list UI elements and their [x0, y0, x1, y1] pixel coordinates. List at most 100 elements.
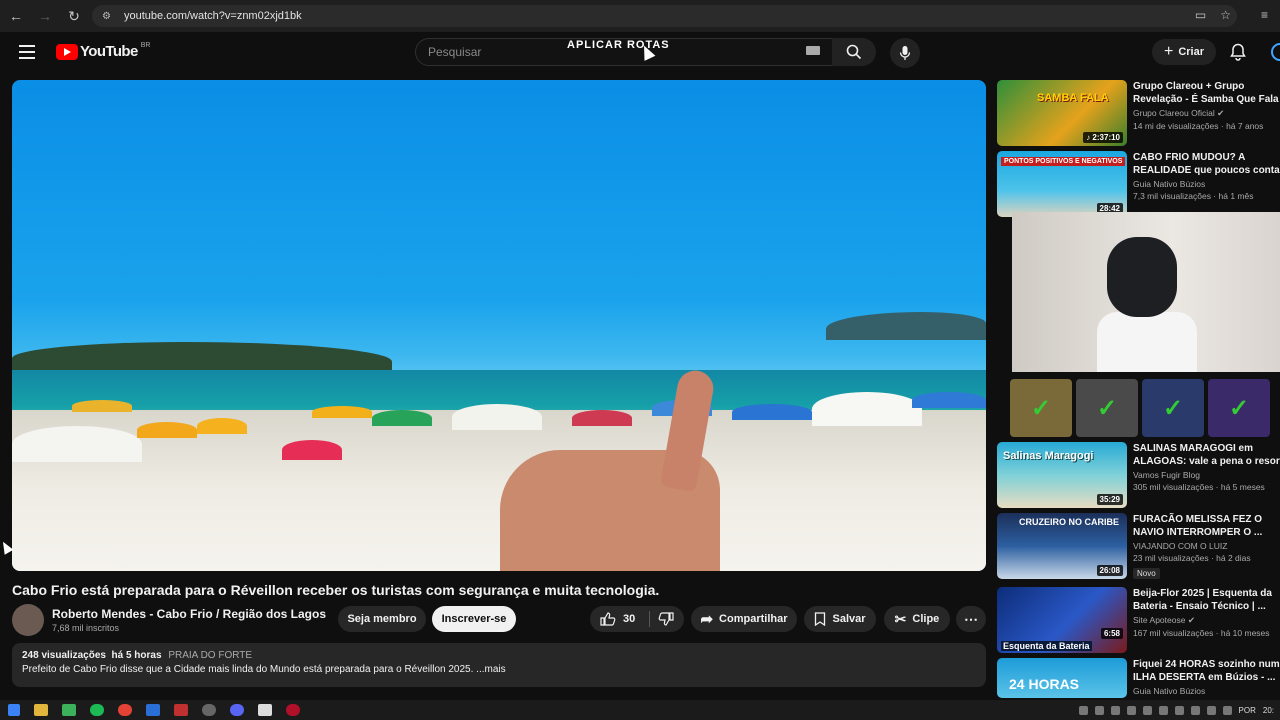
tray-icon[interactable]	[1126, 705, 1136, 715]
volume-icon[interactable]	[1222, 705, 1232, 715]
account-avatar[interactable]	[1271, 43, 1280, 61]
tray-icon[interactable]	[1158, 705, 1168, 715]
thumbs-down-icon[interactable]	[658, 612, 674, 626]
thumbnail-text: SAMBA FALA	[1037, 92, 1109, 104]
tray-icon[interactable]	[1190, 705, 1200, 715]
description-box[interactable]: 248 visualizações há 5 horas PRAIA DO FO…	[12, 643, 986, 687]
scene-crowd	[12, 370, 986, 462]
join-button[interactable]: Seja membro	[338, 606, 426, 632]
create-button[interactable]: + Criar	[1152, 39, 1216, 65]
duration-badge: ♪ 2:37:10	[1083, 132, 1123, 143]
check-gem-icon: ✓	[1010, 379, 1072, 437]
app-icon[interactable]	[202, 704, 216, 716]
notifications-bell-icon[interactable]	[1230, 43, 1246, 61]
rec-channel[interactable]: Site Apoteose ✔	[1133, 615, 1280, 626]
reload-icon[interactable]: ↻	[61, 3, 87, 29]
back-icon[interactable]: ←	[3, 3, 29, 29]
share-label: Compartilhar	[719, 613, 788, 625]
tray-icon[interactable]	[1174, 705, 1184, 715]
video-thumbnail[interactable]: 24 HORAS	[997, 658, 1127, 698]
cast-icon[interactable]: ▭	[1195, 8, 1206, 22]
description-meta: 248 visualizações há 5 horas PRAIA DO FO…	[22, 650, 976, 661]
check-gem-icon: ✓	[1208, 379, 1270, 437]
search-button[interactable]	[832, 38, 876, 66]
discord-icon[interactable]	[230, 704, 244, 716]
app-icon[interactable]	[258, 704, 272, 716]
video-thumbnail[interactable]: SAMBA FALA ♪ 2:37:10	[997, 80, 1127, 146]
spotify-icon[interactable]	[90, 704, 104, 716]
app-icon[interactable]	[146, 704, 160, 716]
scissors-icon: ✂	[894, 610, 907, 627]
clip-label: Clipe	[912, 613, 940, 625]
video-thumbnail[interactable]: PONTOS POSITIVOS E NEGATIVOS 28:42	[997, 151, 1127, 217]
clip-button[interactable]: ✂ Clipe	[884, 606, 950, 632]
recommendation-item[interactable]: 24 HORAS Fiquei 24 HORAS sozinho numa IL…	[997, 658, 1280, 698]
tray-icon[interactable]	[1142, 705, 1152, 715]
rec-channel[interactable]: Guia Nativo Búzios	[1133, 686, 1280, 696]
channel-avatar[interactable]	[12, 604, 44, 636]
tray-icon[interactable]	[1206, 705, 1216, 715]
logo-text: YouTube	[80, 43, 138, 60]
mic-icon	[899, 46, 911, 60]
video-player[interactable]	[12, 80, 986, 571]
rec-title-line1: Fiquei 24 HORAS sozinho numa	[1133, 659, 1280, 670]
language-indicator[interactable]: POR	[1239, 706, 1256, 715]
rec-channel[interactable]: Grupo Clareou Oficial ✔	[1133, 108, 1280, 119]
reading-list-icon[interactable]: ≡	[1261, 8, 1268, 22]
recommendation-item[interactable]: Esquenta da Bateria 6:58 Beija-Flor 2025…	[997, 587, 1280, 653]
video-thumbnail[interactable]: Esquenta da Bateria 6:58	[997, 587, 1127, 653]
start-icon[interactable]	[8, 704, 20, 716]
rec-title-line1: Grupo Clareou + Grupo	[1133, 81, 1245, 92]
url-text: youtube.com/watch?v=znm02xjd1bk	[124, 10, 302, 22]
os-taskbar: POR 20:	[0, 700, 1280, 720]
search-icon	[846, 44, 862, 60]
voice-search-button[interactable]	[890, 38, 920, 68]
more-actions-icon[interactable]: ⋯	[956, 606, 986, 632]
rec-channel[interactable]: Vamos Fugir Blog	[1133, 470, 1280, 480]
forward-icon[interactable]: →	[32, 3, 58, 29]
recommendation-item[interactable]: CRUZEIRO NO CARIBE 26:08 FURACÃO MELISSA…	[997, 513, 1280, 585]
like-dislike-group: 30	[590, 606, 684, 632]
app-icon[interactable]	[286, 704, 300, 716]
rec-title-line2: Revelação - É Samba Que Fala	[1133, 94, 1279, 105]
address-bar[interactable]: ⚙ youtube.com/watch?v=znm02xjd1bk ▭ ☆	[92, 5, 1237, 27]
chrome-icon[interactable]	[118, 704, 132, 716]
overlay-caption: APLICAR ROTAS	[567, 39, 670, 51]
recommendation-item[interactable]: Salinas Maragogi 35:29 SALINAS MARAGOGI …	[997, 442, 1280, 508]
rec-channel[interactable]: VIAJANDO COM O LUIZ	[1133, 541, 1280, 551]
rec-meta: 7,3 mil visualizações · há 1 mês	[1133, 191, 1254, 201]
app-icon[interactable]	[62, 704, 76, 716]
upload-age: há 5 horas	[111, 650, 162, 661]
rec-title-line2: ILHA DESERTA em Búzios - ...	[1133, 672, 1276, 683]
bookmark-icon	[815, 612, 826, 626]
recommendation-item[interactable]: PONTOS POSITIVOS E NEGATIVOS 28:42 CABO …	[997, 151, 1280, 217]
recommendation-item[interactable]: SAMBA FALA ♪ 2:37:10 Grupo Clareou + Gru…	[997, 80, 1280, 146]
rec-meta: 23 mil visualizações · há 2 dias	[1133, 553, 1251, 563]
create-label: Criar	[1178, 46, 1205, 58]
video-thumbnail[interactable]: Salinas Maragogi 35:29	[997, 442, 1127, 508]
subscribe-button[interactable]: Inscrever-se	[432, 606, 516, 632]
location-tag[interactable]: PRAIA DO FORTE	[168, 650, 252, 661]
keyboard-icon[interactable]	[806, 46, 820, 55]
menu-icon[interactable]	[19, 45, 35, 59]
tray-icon[interactable]	[1094, 705, 1104, 715]
check-gem-icon: ✓	[1142, 379, 1204, 437]
youtube-logo[interactable]: YouTube BR	[56, 42, 150, 60]
rec-title-line2: REALIDADE que poucos contam	[1133, 165, 1280, 176]
save-button[interactable]: Salvar	[804, 606, 876, 632]
clock[interactable]: 20:	[1263, 706, 1274, 715]
system-tray: POR 20:	[1078, 700, 1280, 720]
like-button[interactable]: 30	[600, 612, 635, 626]
site-info-icon[interactable]: ⚙	[102, 11, 116, 22]
scene-island-right	[826, 312, 986, 340]
tray-icon[interactable]	[1078, 705, 1088, 715]
check-gem-icon: ✓	[1076, 379, 1138, 437]
video-thumbnail[interactable]: CRUZEIRO NO CARIBE 26:08	[997, 513, 1127, 579]
share-button[interactable]: ➦ Compartilhar	[691, 606, 797, 632]
app-icon[interactable]	[174, 704, 188, 716]
channel-name[interactable]: Roberto Mendes - Cabo Frio / Região dos …	[52, 607, 326, 621]
file-explorer-icon[interactable]	[34, 704, 48, 716]
rec-channel[interactable]: Guia Nativo Búzios	[1133, 179, 1280, 189]
bookmark-star-icon[interactable]: ☆	[1220, 8, 1231, 22]
tray-icon[interactable]	[1110, 705, 1120, 715]
